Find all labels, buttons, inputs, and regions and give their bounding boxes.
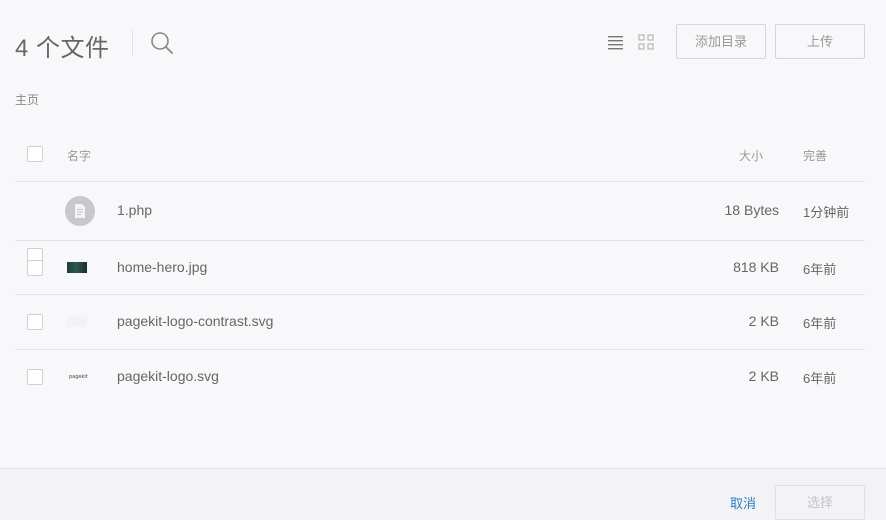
modal-footer: 取消 选择: [0, 468, 886, 520]
table-row[interactable]: 1.php 18 Bytes 1分钟前: [15, 182, 865, 264]
file-icon: [65, 196, 95, 226]
image-thumbnail: [67, 316, 87, 327]
grid-view-icon[interactable]: [638, 34, 654, 50]
file-size: 18 Bytes: [724, 202, 779, 218]
file-modified: 6年前: [803, 261, 837, 277]
table-row[interactable]: pagekit-logo-contrast.svg 2 KB 6年前: [15, 295, 865, 350]
file-table: 名字 大小 完善 1.php 18 Bytes 1分钟前 home-hero.j…: [15, 128, 865, 404]
page-title: 4 个文件: [15, 35, 110, 62]
image-thumbnail: [67, 261, 87, 273]
breadcrumb-home[interactable]: 主页: [15, 91, 39, 108]
select-button[interactable]: 选择: [775, 485, 865, 520]
add-directory-button[interactable]: 添加目录: [676, 24, 766, 59]
file-modified: 6年前: [803, 371, 837, 386]
file-size: 2 KB: [748, 313, 779, 329]
column-header-size[interactable]: 大小: [739, 147, 763, 164]
file-name[interactable]: pagekit-logo.svg: [117, 368, 219, 384]
list-view-icon[interactable]: [607, 34, 624, 50]
column-header-modified[interactable]: 完善: [803, 147, 827, 164]
file-modified: 6年前: [803, 316, 837, 331]
row-checkbox[interactable]: [27, 369, 43, 385]
logo-text: pagekit: [69, 373, 88, 380]
file-size: 2 KB: [748, 368, 779, 384]
row-checkbox[interactable]: [27, 314, 43, 330]
file-modified: 1分钟前: [803, 205, 850, 220]
table-row[interactable]: pagekit pagekit-logo.svg 2 KB 6年前: [15, 350, 865, 404]
title-divider: [132, 29, 133, 56]
select-all-checkbox[interactable]: [27, 146, 43, 162]
file-name[interactable]: home-hero.jpg: [117, 259, 207, 275]
column-header-name[interactable]: 名字: [67, 147, 91, 164]
file-size: 818 KB: [733, 258, 779, 275]
image-thumbnail: pagekit: [67, 371, 88, 382]
table-row[interactable]: home-hero.jpg 818 KB 6年前: [15, 241, 865, 295]
file-name[interactable]: 1.php: [117, 202, 152, 218]
row-checkbox[interactable]: [27, 259, 43, 276]
upload-button[interactable]: 上传: [775, 24, 865, 59]
table-header-row: 名字 大小 完善: [15, 128, 865, 182]
cancel-button[interactable]: 取消: [730, 493, 756, 512]
search-icon[interactable]: [150, 31, 174, 55]
toolbar: 4 个文件 添加目录 上传: [0, 0, 886, 80]
file-name[interactable]: pagekit-logo-contrast.svg: [117, 313, 273, 329]
